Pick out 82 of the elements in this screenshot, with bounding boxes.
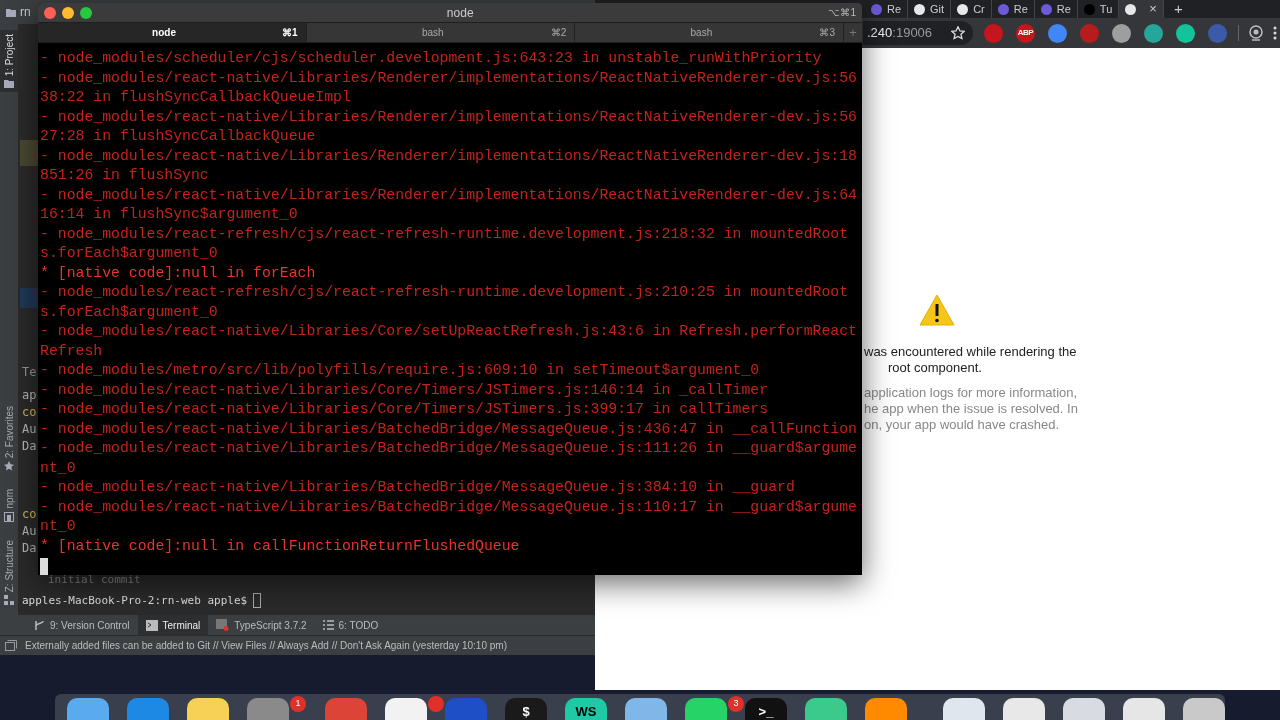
text-fragment: co — [22, 506, 37, 523]
close-tab-icon[interactable]: × — [1149, 0, 1157, 19]
terminal-line: * [native code]:null in callFunctionReturnFlushedQueue — [40, 536, 521, 556]
notification-badge: 3 — [728, 696, 744, 712]
terminal-output: initial commit — [47, 572, 141, 588]
project-name[interactable]: rn — [20, 3, 31, 21]
text-fragment: Te — [22, 364, 37, 381]
new-tab-button[interactable]: + — [1173, 0, 1183, 21]
terminal-line: - node_modules/react-native/Libraries/BatchedBridge/MessageQueue.js:436:47 in __callFunction — [40, 419, 857, 439]
zoom-button[interactable] — [80, 6, 92, 19]
app-icon[interactable]: $ — [505, 698, 547, 720]
text-fragment: co — [22, 404, 37, 421]
terminal-line: - node_modules/metro/src/lib/polyfills/require.js:609:10 in setTimeout$argument_0 — [40, 361, 761, 380]
terminal-line: - node_modules/react-native/Libraries/BatchedBridge/MessageQueue.js:111:26 in __guard$argument_0 — [40, 439, 857, 478]
folder-icon — [4, 79, 14, 89]
minimize-button[interactable] — [62, 6, 74, 19]
terminal-line: - node_modules/react-native/Libraries/BatchedBridge/MessageQueue.js:110:17 in __guard$argument_0 — [40, 497, 857, 536]
text-cursor — [40, 558, 48, 575]
hint-text: on, your app would have crashed. — [864, 417, 1060, 433]
selection-highlight — [20, 288, 38, 308]
branch-icon — [34, 619, 45, 631]
hint-text: application logs for more information, — [864, 385, 1078, 401]
text-fragment: Da — [22, 438, 37, 455]
menu-icon[interactable] — [1273, 26, 1277, 40]
tool-window-tab[interactable]: TypeScript 3.7.2 — [208, 615, 315, 635]
tool-window-tab[interactable]: Terminal — [137, 615, 209, 635]
tool-window-tab[interactable]: 6: TODO — [314, 615, 387, 635]
browser-tab[interactable]: × — [1119, 0, 1164, 18]
warning-icon — [919, 294, 955, 326]
extension-icon[interactable] — [1112, 23, 1131, 43]
terminal-line: - node_modules/react-native/Libraries/Core/setUpReactRefresh.js:43:6 in Refresh.performReactRefresh — [40, 322, 857, 361]
shell-prompt: apples-MacBook-Pro-2:rn-web apple$ — [22, 592, 248, 609]
side-tab[interactable]: 1: Project — [0, 30, 18, 93]
text-fragment: Au — [22, 523, 37, 540]
typescript-icon — [216, 619, 230, 631]
terminal-line: - node_modules/react-refresh/cjs/react-refresh-runtime.development.js:218:32 in mountedRoots.forEach$argument_0 — [40, 224, 850, 263]
star-icon[interactable] — [951, 26, 965, 40]
extension-icon[interactable]: ABP — [1016, 23, 1035, 43]
side-tab[interactable]: npm — [0, 485, 18, 526]
terminal-line: - node_modules/react-native/Libraries/Core/Timers/JSTimers.js:399:17 in callTimers — [40, 400, 770, 419]
terminal-line: - node_modules/react-native/Libraries/Core/Timers/JSTimers.js:146:14 in _callTimer — [40, 380, 770, 400]
text-fragment: Au — [22, 421, 37, 438]
terminal-line: * [native code]:null in forEach — [40, 263, 317, 283]
side-tab[interactable]: Z: Structure — [0, 535, 18, 609]
error-message: was encountered while rendering the — [864, 344, 1077, 360]
error-message: root component. — [888, 360, 982, 376]
camera-icon[interactable] — [1248, 25, 1264, 41]
text-cursor — [253, 593, 262, 609]
close-button[interactable] — [44, 6, 56, 19]
session-tab[interactable]: node ⌘1 — [38, 23, 307, 42]
address-bar[interactable]: .240:19006 — [863, 21, 973, 45]
extension-icon[interactable] — [1144, 23, 1163, 43]
app-icon[interactable]: WS — [565, 698, 607, 720]
session-tab[interactable]: bash ⌘3 — [575, 23, 844, 42]
terminal-line: - node_modules/react-native/Libraries/Renderer/implementations/ReactNativeRenderer-dev.js:18851:26 in flushSync — [40, 146, 857, 185]
session-tab[interactable]: bash ⌘2 — [306, 23, 576, 42]
hint-text: he app when the issue is resolved. In — [864, 401, 1078, 417]
status-message: Externally added files can be added to Git // View Files // Always Add // Don't Ask Again (yesterday 10:10 pm) — [25, 639, 507, 653]
list-icon — [322, 620, 334, 630]
extension-icon[interactable] — [1048, 23, 1067, 43]
structure-icon — [4, 595, 14, 605]
star-icon — [4, 461, 14, 472]
notification-badge: 1 — [290, 696, 306, 712]
shortcut-label: ⌥⌘1 — [828, 6, 856, 20]
terminal-icon — [145, 619, 158, 631]
terminal-line: - node_modules/react-native/Libraries/Renderer/implementations/ReactNativeRenderer-dev.js:5638:22 in flushSyncCallbackQueueImpl — [40, 68, 857, 107]
tool-window-tab[interactable]: 9: Version Control — [26, 615, 138, 635]
app-icon[interactable]: >_ — [745, 698, 787, 720]
terminal-line: - node_modules/react-native/Libraries/BatchedBridge/MessageQueue.js:384:10 in __guard — [40, 478, 796, 497]
npm-icon — [4, 511, 14, 522]
text-fragment: ap — [22, 387, 37, 404]
terminal-line: - node_modules/react-native/Libraries/Renderer/implementations/ReactNativeRenderer-dev.js:5627:28 in flushSyncCallbackQueue — [40, 107, 857, 146]
folder-icon — [6, 7, 16, 17]
window-title: node — [445, 4, 475, 22]
terminal-line: - node_modules/scheduler/cjs/scheduler.development.js:643:23 in unstable_runWithPriority — [40, 49, 823, 68]
text-fragment: Da — [22, 540, 37, 557]
side-tab[interactable]: 2: Favorites — [0, 402, 18, 476]
selection-highlight — [20, 140, 38, 166]
terminal-line: - node_modules/react-refresh/cjs/react-refresh-runtime.development.js:210:25 in mountedRoots.forEach$argument_0 — [40, 283, 850, 322]
extension-icon[interactable] — [1176, 23, 1195, 43]
panel-icon[interactable] — [5, 640, 17, 651]
terminal-line: - node_modules/react-native/Libraries/Renderer/implementations/ReactNativeRenderer-dev.js:6416:14 in flushSync$argument_0 — [40, 185, 857, 224]
